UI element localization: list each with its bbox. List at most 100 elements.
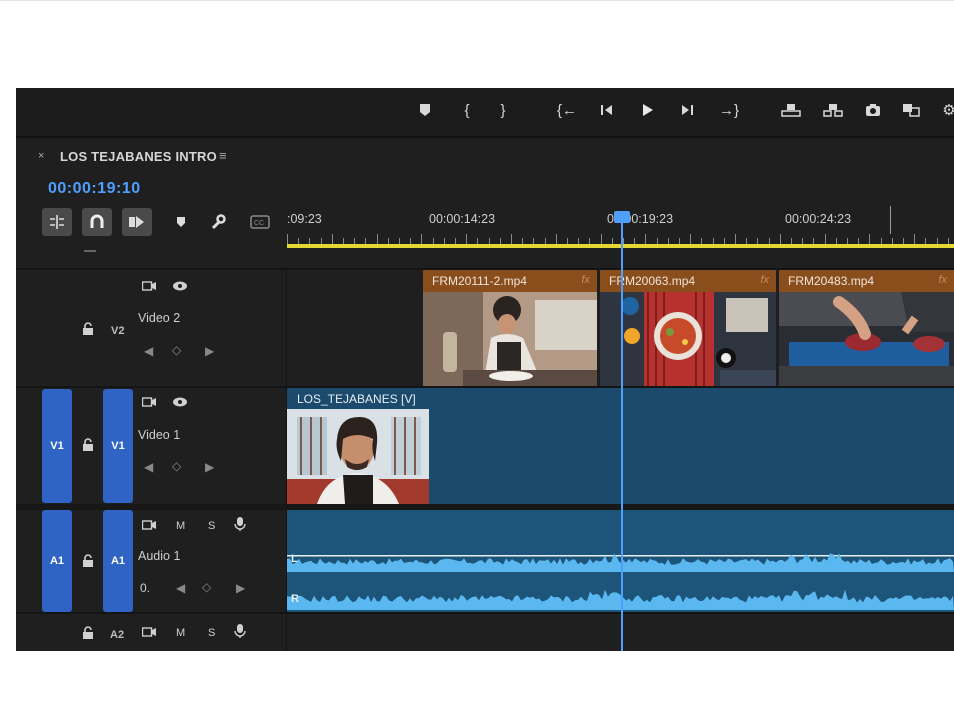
source-patch-a1[interactable]: A1 xyxy=(42,510,72,612)
camera-icon[interactable] xyxy=(141,280,156,295)
settings-wrench-icon[interactable] xyxy=(206,208,230,236)
close-sequence-icon[interactable]: × xyxy=(38,150,44,162)
sequence-tab-title[interactable]: LOS TEJABANES INTRO xyxy=(60,149,217,164)
track-name-v1[interactable]: Video 1 xyxy=(138,428,180,442)
snap-icon[interactable] xyxy=(82,208,112,236)
ruler-tick xyxy=(869,234,871,244)
go-to-out-icon[interactable]: →} xyxy=(718,101,740,121)
mute-button[interactable]: M xyxy=(176,626,185,640)
add-marker-icon[interactable] xyxy=(169,208,193,236)
ruler-tick xyxy=(600,234,602,244)
next-keyframe-icon[interactable]: ▶ xyxy=(205,460,214,474)
track-target-a2[interactable]: A2 xyxy=(110,629,124,641)
microphone-icon[interactable] xyxy=(234,516,246,535)
track-header-a2: A2 M S xyxy=(16,614,287,651)
ruler-label: 00:00:14:23 xyxy=(429,212,496,226)
mute-button[interactable]: M xyxy=(176,519,185,533)
clip-frm20111[interactable]: FRM20111-2.mp4 fx xyxy=(423,270,597,386)
ruler-tick xyxy=(511,234,512,244)
add-keyframe-icon[interactable]: ◇ xyxy=(172,343,181,357)
lock-icon[interactable] xyxy=(82,438,94,455)
lock-icon[interactable] xyxy=(82,626,94,643)
track-header-a1: A1 A1 M S Audio 1 0. ◀ ◇ ▶ xyxy=(16,510,287,612)
clip-frm20483[interactable]: FRM20483.mp4 fx xyxy=(779,270,954,386)
eye-icon[interactable] xyxy=(172,396,188,411)
track-target-a1[interactable]: A1 xyxy=(103,510,133,612)
export-frame-icon[interactable] xyxy=(862,101,884,117)
clip-thumbnail-chef-plating xyxy=(423,292,597,386)
clip-frm20063[interactable]: FRM20063.mp4 fx xyxy=(600,270,776,386)
track-name-a1[interactable]: Audio 1 xyxy=(138,549,180,563)
zoom-handle[interactable] xyxy=(84,250,96,252)
ruler-tick xyxy=(331,234,333,244)
track-header-v2: V2 Video 2 ◀ ◇ ▶ xyxy=(16,270,287,386)
lock-icon[interactable] xyxy=(82,322,94,339)
extract-icon[interactable] xyxy=(822,101,844,117)
camera-icon[interactable] xyxy=(141,396,156,411)
prev-keyframe-icon[interactable]: ◀ xyxy=(144,460,153,474)
ruler-tick xyxy=(824,234,826,244)
ruler-tick xyxy=(645,234,647,244)
prev-keyframe-icon[interactable]: ◀ xyxy=(176,581,185,595)
timeline-panel: × LOS TEJABANES INTRO ≡ 00:00:19:10 CC :… xyxy=(16,138,954,651)
fx-badge: fx xyxy=(581,274,590,286)
playhead-handle[interactable] xyxy=(614,211,630,223)
ruler-label: :09:23 xyxy=(287,212,322,226)
fx-badge: fx xyxy=(760,274,769,286)
ruler-tick xyxy=(735,234,736,244)
play-icon[interactable] xyxy=(636,101,658,117)
insert-nest-icon[interactable] xyxy=(42,208,72,236)
eye-icon[interactable] xyxy=(172,280,188,295)
track-header-v1: V1 V1 Video 1 ◀ ◇ ▶ xyxy=(16,388,287,504)
clip-name: FRM20483.mp4 xyxy=(788,274,875,288)
fx-badge: fx xyxy=(938,274,947,286)
ruler-tick xyxy=(287,234,288,244)
lock-icon[interactable] xyxy=(82,554,94,571)
add-keyframe-icon[interactable]: ◇ xyxy=(202,580,211,594)
step-back-icon[interactable] xyxy=(596,101,618,117)
marker-icon[interactable] xyxy=(414,101,436,117)
lift-icon[interactable] xyxy=(780,101,802,117)
source-patch-v1[interactable]: V1 xyxy=(42,389,72,503)
panel-menu-icon[interactable]: ≡ xyxy=(219,148,227,163)
track-target-v2[interactable]: V2 xyxy=(111,325,124,337)
ruler-divider xyxy=(890,206,891,234)
add-keyframe-icon[interactable]: ◇ xyxy=(172,459,181,473)
mark-in-icon[interactable]: { xyxy=(456,101,478,121)
clip-name: FRM20111-2.mp4 xyxy=(432,274,527,288)
next-keyframe-icon[interactable]: ▶ xyxy=(205,344,214,358)
track-volume[interactable]: 0. xyxy=(140,581,150,595)
ruler-tick xyxy=(690,234,692,244)
ruler-tick xyxy=(421,234,423,244)
ruler-tick xyxy=(914,234,916,244)
linked-selection-icon[interactable] xyxy=(122,208,152,236)
track-target-v1[interactable]: V1 xyxy=(103,389,133,503)
prev-keyframe-icon[interactable]: ◀ xyxy=(144,344,153,358)
mark-out-icon[interactable]: } xyxy=(492,101,514,121)
channel-right-label: R xyxy=(291,593,299,605)
playhead-line[interactable] xyxy=(621,223,623,651)
captions-icon[interactable]: CC xyxy=(248,208,272,236)
track-name-v2[interactable]: Video 2 xyxy=(138,311,180,325)
step-forward-icon[interactable] xyxy=(676,101,698,117)
microphone-icon[interactable] xyxy=(234,623,246,642)
next-keyframe-icon[interactable]: ▶ xyxy=(236,581,245,595)
ruler-tick xyxy=(779,234,781,244)
comparison-view-icon[interactable] xyxy=(900,101,922,117)
premiere-timeline-screenshot: { } {← →} ⚙ × LOS TEJABANES INTRO ≡ 00:0… xyxy=(16,88,954,651)
ruler-label: 00:00:24:23 xyxy=(785,212,852,226)
clip-name: LOS_TEJABANES [V] xyxy=(297,392,416,406)
ruler-tick xyxy=(466,234,468,244)
clip-thumbnail-cutting-meat xyxy=(779,292,954,386)
svg-text:CC: CC xyxy=(254,220,264,227)
ruler-tick xyxy=(376,234,378,244)
camera-icon[interactable] xyxy=(141,626,156,641)
program-monitor-toolbar: { } {← →} ⚙ xyxy=(16,88,954,138)
solo-button[interactable]: S xyxy=(208,519,215,533)
settings-icon[interactable]: ⚙ xyxy=(938,101,954,121)
playhead-timecode[interactable]: 00:00:19:10 xyxy=(48,180,141,198)
camera-icon[interactable] xyxy=(141,519,156,534)
go-to-in-icon[interactable]: {← xyxy=(556,101,578,121)
solo-button[interactable]: S xyxy=(208,626,215,640)
page-top-border xyxy=(0,0,954,9)
